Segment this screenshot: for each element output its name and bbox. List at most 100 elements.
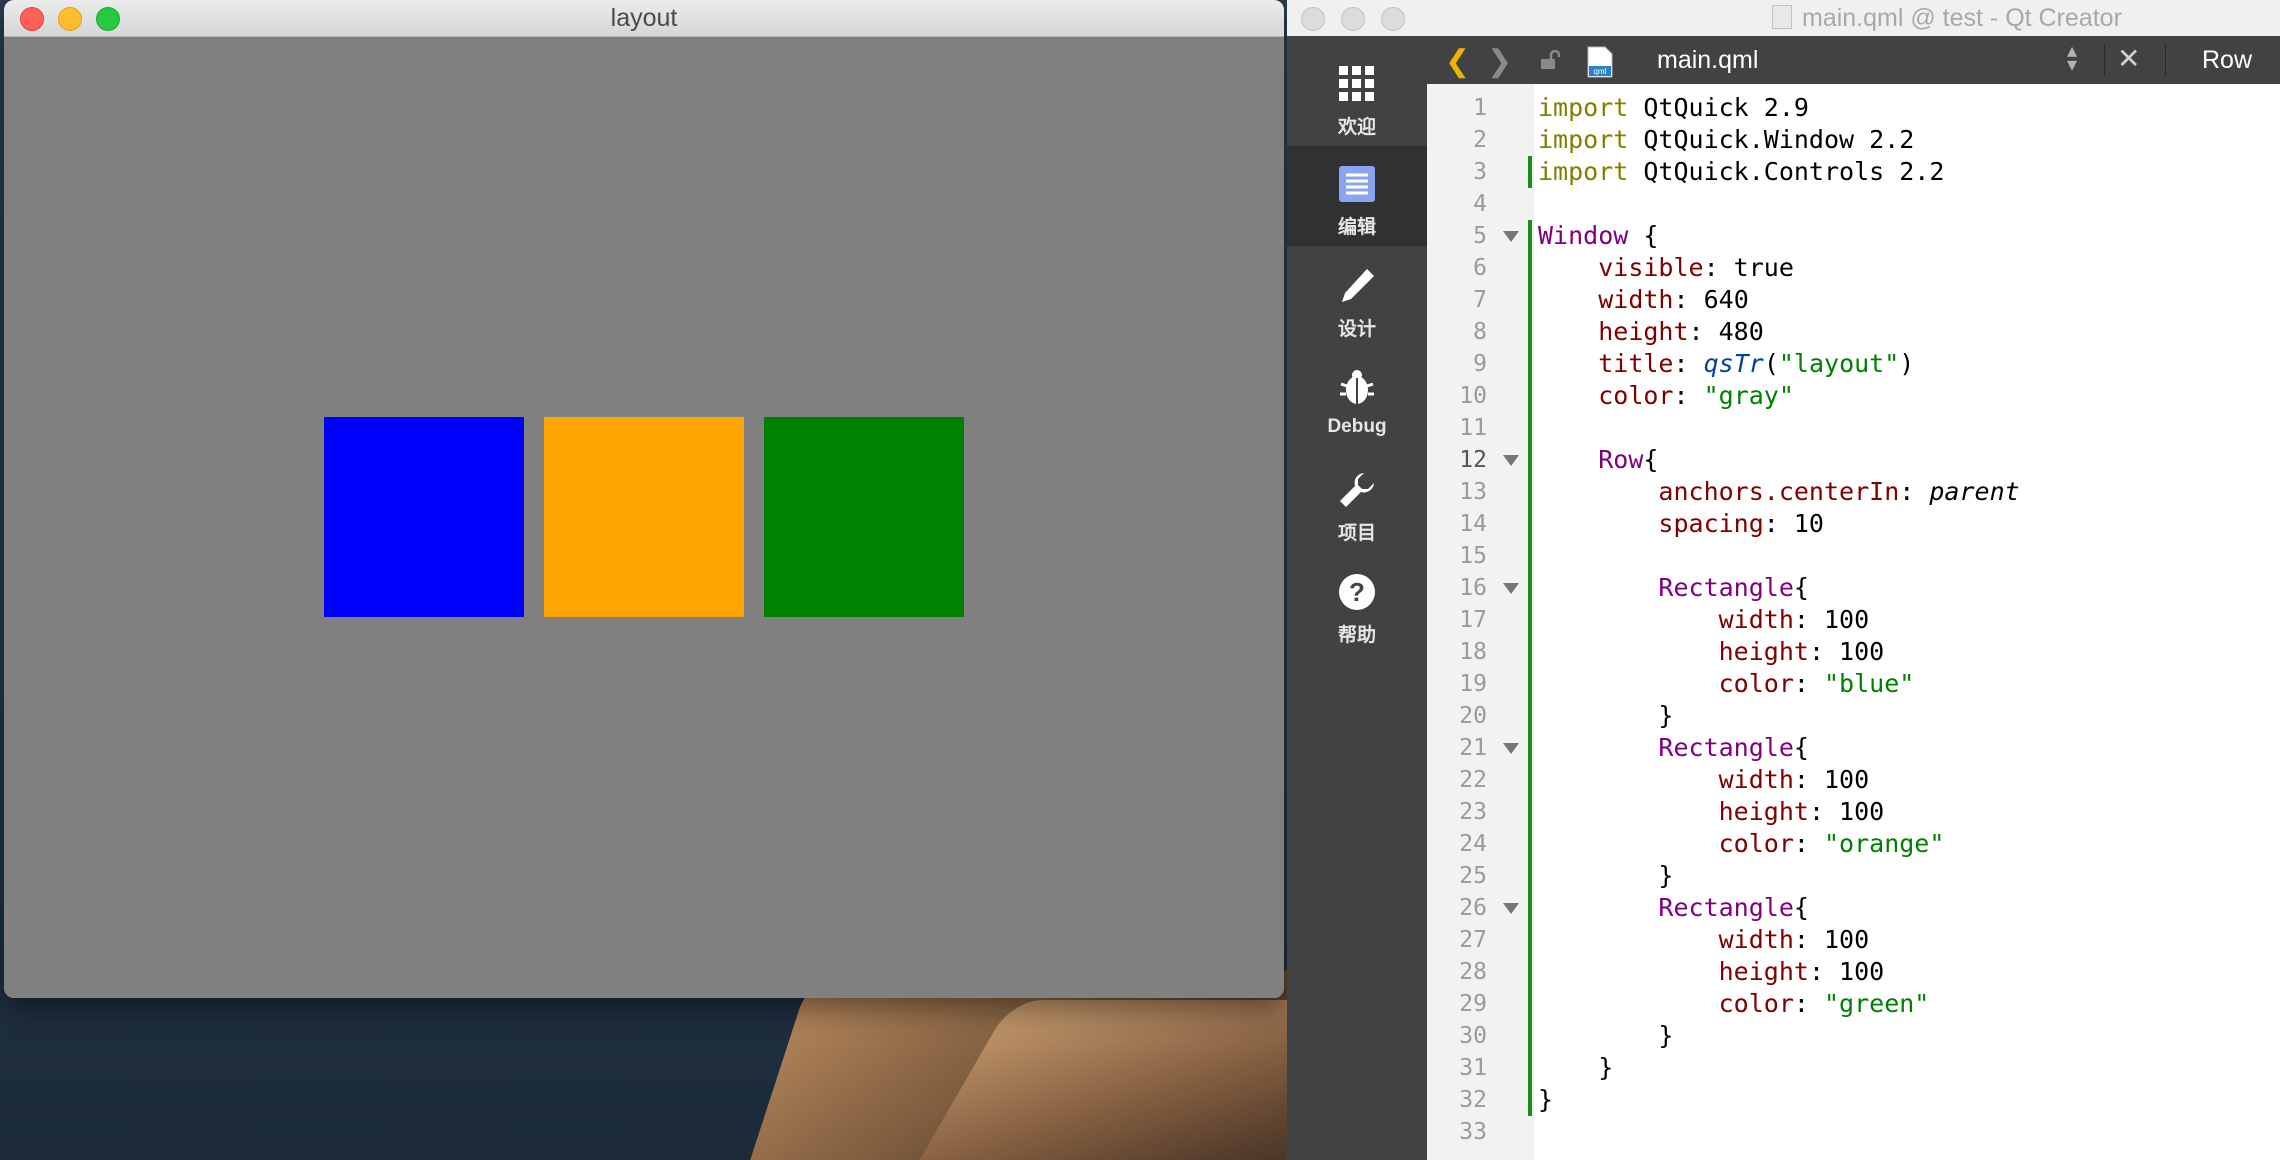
code-line: height: 100 bbox=[1718, 957, 1885, 986]
line-number: 13 bbox=[1459, 479, 1487, 505]
code-line: title: qsTr("layout") bbox=[1598, 349, 1915, 378]
code-line: Row{ bbox=[1598, 445, 1659, 474]
fold-toggle-icon[interactable] bbox=[1503, 583, 1519, 594]
code-line: color: "blue" bbox=[1718, 669, 1915, 698]
line-number: 6 bbox=[1473, 255, 1487, 281]
qt-titlebar: main.qml @ test - Qt Creator bbox=[1287, 0, 2280, 37]
code-line: } bbox=[1538, 1085, 1554, 1114]
line-number: 1 bbox=[1473, 95, 1487, 121]
line-number: 4 bbox=[1473, 191, 1487, 217]
orange-rectangle bbox=[544, 417, 744, 617]
svg-text:qml: qml bbox=[1594, 67, 1607, 76]
document-switch-arrows-icon[interactable]: ▴ ▾ bbox=[2067, 41, 2077, 75]
mode-label: 编辑 bbox=[1337, 217, 1376, 238]
code-line: Rectangle{ bbox=[1658, 893, 1809, 922]
mode-projects[interactable]: 项目 bbox=[1287, 452, 1427, 552]
modified-lines-marker bbox=[1528, 220, 1532, 1116]
qt-creator-window: main.qml @ test - Qt Creator 欢迎 编辑 设计 De… bbox=[1287, 0, 2280, 1160]
line-number: 33 bbox=[1459, 1119, 1487, 1145]
fold-toggle-icon[interactable] bbox=[1503, 231, 1519, 242]
qml-document-icon bbox=[1772, 5, 1792, 29]
code-line: width: 100 bbox=[1718, 765, 1870, 794]
qt-window-title-wrap: main.qml @ test - Qt Creator bbox=[1772, 0, 2122, 36]
fold-toggle-icon[interactable] bbox=[1503, 903, 1519, 914]
pencil-icon bbox=[1342, 269, 1374, 302]
line-number: 17 bbox=[1459, 607, 1487, 633]
line-number: 8 bbox=[1473, 319, 1487, 345]
mode-label: 设计 bbox=[1337, 319, 1376, 340]
navigate-back-button[interactable]: ❮ bbox=[1445, 44, 1470, 79]
line-number: 11 bbox=[1459, 415, 1487, 441]
code-line: } bbox=[1538, 861, 1674, 890]
close-document-button[interactable]: ✕ bbox=[2117, 42, 2140, 75]
line-number: 22 bbox=[1459, 767, 1487, 793]
code-line: color: "gray" bbox=[1598, 381, 1794, 410]
modified-lines-marker bbox=[1528, 156, 1532, 188]
line-number: 24 bbox=[1459, 831, 1487, 857]
code-editor[interactable]: import QtQuick 2.9 import QtQuick.Window … bbox=[1534, 84, 2280, 1160]
line-number: 9 bbox=[1473, 351, 1487, 377]
qt-maximize-button[interactable] bbox=[1381, 7, 1405, 31]
line-number: 12 bbox=[1459, 447, 1487, 473]
code-line: height: 100 bbox=[1718, 797, 1885, 826]
line-number: 25 bbox=[1459, 863, 1487, 889]
line-number: 28 bbox=[1459, 959, 1487, 985]
toolbar-divider bbox=[2165, 44, 2166, 76]
window-title: layout bbox=[610, 4, 678, 32]
code-line: } bbox=[1538, 701, 1674, 730]
mode-welcome[interactable]: 欢迎 bbox=[1287, 46, 1427, 146]
window-canvas bbox=[4, 37, 1284, 998]
code-line: color: "orange" bbox=[1718, 829, 1945, 858]
line-number: 15 bbox=[1459, 543, 1487, 569]
line-number: 27 bbox=[1459, 927, 1487, 953]
line-number-gutter: 1 2 3 4 5 6 7 8 9 10 11 12 13 14 15 16 17 18 19 20 21 22 23 24 2… bbox=[1427, 84, 1534, 1160]
line-number: 14 bbox=[1459, 511, 1487, 537]
toolbar-divider bbox=[2104, 44, 2105, 76]
code-line: } bbox=[1538, 1021, 1674, 1050]
line-number: 2 bbox=[1473, 127, 1487, 153]
mode-edit[interactable]: 编辑 bbox=[1287, 146, 1427, 246]
mode-help[interactable]: ? 帮助 bbox=[1287, 554, 1427, 654]
fold-toggle-icon[interactable] bbox=[1503, 743, 1519, 754]
line-number: 18 bbox=[1459, 639, 1487, 665]
line-number: 16 bbox=[1459, 575, 1487, 601]
green-rectangle bbox=[764, 417, 964, 617]
code-line: anchors.centerIn: parent bbox=[1658, 477, 2020, 506]
help-icon: ? bbox=[1339, 574, 1375, 610]
code-line: import QtQuick.Window 2.2 bbox=[1538, 125, 1915, 154]
line-number: 29 bbox=[1459, 991, 1487, 1017]
code-line: width: 640 bbox=[1598, 285, 1749, 314]
line-number: 5 bbox=[1473, 223, 1487, 249]
layout-titlebar: layout bbox=[4, 0, 1284, 37]
code-line: visible: true bbox=[1598, 253, 1794, 282]
mode-sidebar: 欢迎 编辑 设计 Debug 项目 ? 帮助 bbox=[1287, 36, 1427, 1160]
qt-close-button[interactable] bbox=[1301, 7, 1325, 31]
code-line: color: "green" bbox=[1718, 989, 1930, 1018]
line-number: 3 bbox=[1473, 159, 1487, 185]
code-line: } bbox=[1538, 1053, 1614, 1082]
line-number: 20 bbox=[1459, 703, 1487, 729]
symbol-combo[interactable]: Row bbox=[2202, 46, 2252, 75]
mode-debug[interactable]: Debug bbox=[1287, 350, 1427, 450]
code-line: spacing: 10 bbox=[1658, 509, 1824, 538]
mode-design[interactable]: 设计 bbox=[1287, 248, 1427, 348]
grid-icon bbox=[1339, 66, 1374, 101]
code-line: height: 100 bbox=[1718, 637, 1885, 666]
editor-toolbar: ❮ ❯ qml main.qml ▴ ▾ ✕ Row bbox=[1427, 36, 2280, 84]
code-line: import QtQuick.Controls 2.2 bbox=[1538, 157, 1945, 186]
code-line: Rectangle{ bbox=[1658, 733, 1809, 762]
qt-minimize-button[interactable] bbox=[1341, 7, 1365, 31]
svg-text:?: ? bbox=[1349, 577, 1365, 607]
edit-doc-icon bbox=[1339, 166, 1375, 202]
unlock-icon[interactable] bbox=[1539, 50, 1561, 70]
navigate-forward-button[interactable]: ❯ bbox=[1487, 44, 1512, 79]
wrench-icon bbox=[1340, 473, 1374, 507]
code-line: Rectangle{ bbox=[1658, 573, 1809, 602]
fold-toggle-icon[interactable] bbox=[1503, 455, 1519, 466]
code-line: width: 100 bbox=[1718, 925, 1870, 954]
mode-label: 项目 bbox=[1337, 523, 1376, 544]
open-document-combo[interactable]: main.qml bbox=[1657, 46, 1758, 75]
mode-label: 欢迎 bbox=[1337, 117, 1376, 138]
